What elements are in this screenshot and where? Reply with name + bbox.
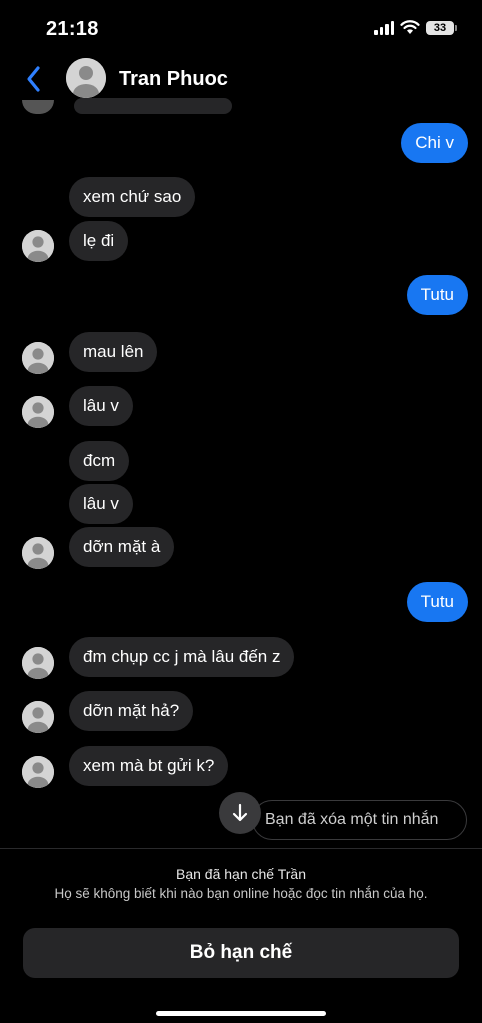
outgoing-message[interactable]: Tutu <box>406 275 468 315</box>
sender-avatar <box>22 701 54 733</box>
incoming-message[interactable]: xem mà bt gửi k? <box>69 746 229 786</box>
incoming-message[interactable]: đcm <box>69 441 130 481</box>
status-time: 21:18 <box>46 18 99 40</box>
status-bar: 21:18 33 <box>0 0 482 54</box>
contact-name[interactable]: Tran Phuoc <box>119 68 228 91</box>
incoming-message[interactable]: lẹ đi <box>69 221 129 261</box>
sender-avatar <box>22 647 54 679</box>
restriction-description: Họ sẽ không biết khi nào bạn online hoặc… <box>54 886 428 901</box>
incoming-message[interactable]: lâu v <box>69 484 133 524</box>
battery-icon: 33 <box>426 20 457 35</box>
scroll-to-bottom-button[interactable] <box>219 792 261 834</box>
deleted-message-notice: Bạn đã xóa một tin nhắn <box>252 800 467 840</box>
incoming-message[interactable]: đm chụp cc j mà lâu đến z <box>69 637 295 677</box>
arrow-down-icon <box>232 803 248 822</box>
sender-avatar <box>22 396 54 428</box>
sender-avatar <box>22 230 54 262</box>
back-arrow-icon[interactable] <box>24 64 44 94</box>
partial-avatar <box>22 100 54 114</box>
contact-avatar[interactable] <box>66 58 106 98</box>
sender-avatar <box>22 342 54 374</box>
status-icons: 33 <box>374 20 457 35</box>
message-list[interactable]: Chi v xem chứ sao lẹ đi Tutu mau lên lâu… <box>0 98 482 846</box>
outgoing-message[interactable]: Chi v <box>401 123 468 163</box>
sender-avatar <box>22 756 54 788</box>
restriction-title: Bạn đã hạn chế Trần <box>176 866 306 882</box>
incoming-message[interactable]: dỡn mặt hả? <box>69 691 194 731</box>
incoming-message[interactable]: dỡn mặt à <box>69 527 175 567</box>
divider <box>0 848 482 849</box>
incoming-message[interactable]: xem chứ sao <box>69 177 196 217</box>
cellular-signal-icon <box>374 20 394 35</box>
unrestrict-button[interactable]: Bỏ hạn chế <box>23 928 459 978</box>
partial-message-bubble <box>74 98 232 114</box>
sender-avatar <box>22 537 54 569</box>
chat-header: Tran Phuoc <box>0 54 482 106</box>
incoming-message[interactable]: mau lên <box>69 332 158 372</box>
incoming-message[interactable]: lâu v <box>69 386 133 426</box>
outgoing-message[interactable]: Tutu <box>406 582 468 622</box>
wifi-icon <box>400 20 420 34</box>
home-indicator[interactable] <box>156 1011 326 1016</box>
